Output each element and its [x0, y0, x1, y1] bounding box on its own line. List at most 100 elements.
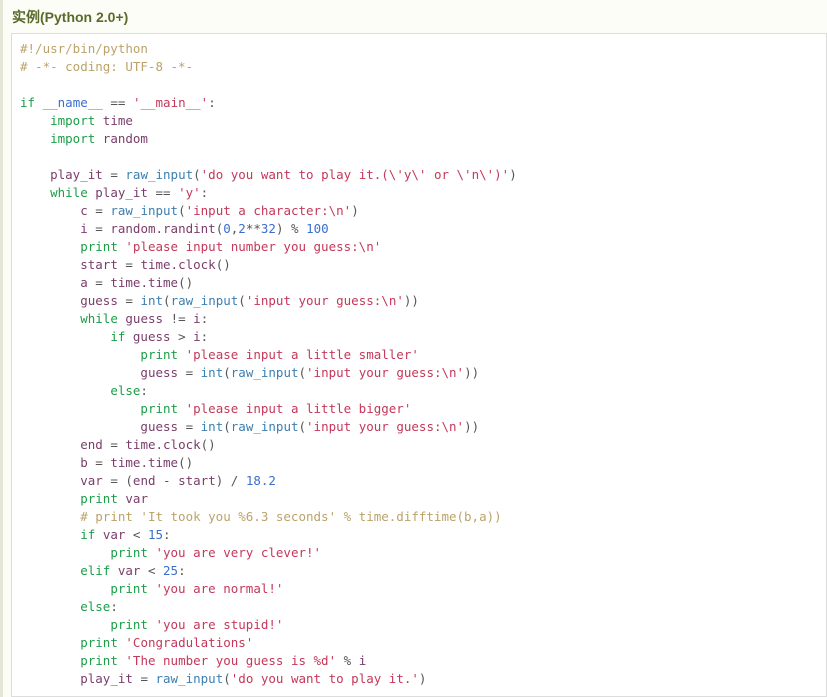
code-token-kw: import	[50, 113, 96, 128]
code-token-op: (	[223, 419, 231, 434]
code-token-fn: raw_input	[230, 365, 299, 380]
code-token-op: ()	[178, 455, 194, 470]
code-line: end = time.clock()	[20, 437, 216, 452]
code-token-fn: raw_input	[155, 671, 224, 686]
code-line: print 'please input a little smaller'	[20, 347, 418, 362]
code-token-var: b	[80, 455, 88, 470]
code-token-kw: else	[80, 599, 111, 614]
code-token-op: <	[147, 563, 156, 578]
code-token-fn: raw_input	[125, 167, 194, 182]
code-line: start = time.clock()	[20, 257, 231, 272]
code-token-kw: print	[80, 491, 118, 506]
code-token-num: 15	[147, 527, 164, 542]
code-line: var = (end - start) / 18.2	[20, 473, 276, 488]
code-token-op: :	[163, 527, 171, 542]
code-line: c = raw_input('input a character:\n')	[20, 203, 359, 218]
code-token-op: ()	[215, 257, 231, 272]
code-content[interactable]: #!/usr/bin/python # -*- coding: UTF-8 -*…	[20, 40, 818, 688]
code-line: play_it = raw_input('do you want to play…	[20, 167, 517, 182]
code-token-var: play_it	[80, 671, 133, 686]
code-token-op: )	[351, 203, 359, 218]
code-token-var: guess	[125, 311, 164, 326]
code-line: guess = int(raw_input('input your guess:…	[20, 419, 479, 434]
code-line: print 'you are stupid!'	[20, 617, 283, 632]
code-token-var: guess	[80, 293, 118, 308]
code-token-var: i	[193, 311, 201, 326]
code-line: elif var < 25:	[20, 563, 185, 578]
code-token-str: 'input a character:\n'	[185, 203, 352, 218]
code-token-var: guess	[132, 329, 171, 344]
code-token-op: -	[163, 473, 171, 488]
code-token-var: guess	[140, 419, 179, 434]
code-token-kw: print	[140, 347, 179, 362]
code-token-kw: print	[80, 239, 118, 254]
code-token-var: var	[117, 563, 141, 578]
code-token-num: 32	[260, 221, 276, 236]
code-token-op: ))	[403, 293, 419, 308]
code-token-op: =	[140, 671, 148, 686]
code-token-op: :	[208, 95, 216, 110]
code-token-var: i	[193, 329, 201, 344]
code-token-num: 2	[238, 221, 246, 236]
code-token-op: :	[140, 383, 148, 398]
code-token-fn: raw_input	[230, 419, 299, 434]
code-token-fn: raw_input	[110, 203, 179, 218]
code-token-kw: if	[110, 329, 126, 344]
example-panel: 实例(Python 2.0+) #!/usr/bin/python # -*- …	[0, 0, 827, 697]
code-token-op: (	[193, 167, 201, 182]
code-token-op: (	[298, 419, 307, 434]
code-token-op: (	[125, 473, 133, 488]
code-line: import random	[20, 131, 148, 146]
code-token-str: 'please input a little bigger'	[185, 401, 412, 416]
code-token-op: ==	[110, 95, 126, 110]
code-token-op: =	[95, 275, 103, 290]
code-token-com: # print 'It took you %6.3 seconds' % tim…	[80, 509, 502, 524]
code-token-fn: int	[200, 365, 224, 380]
code-token-op: ))	[464, 419, 480, 434]
code-token-op: (	[298, 365, 307, 380]
code-line: if guess > i:	[20, 329, 208, 344]
code-token-op: !=	[170, 311, 186, 326]
code-token-var: time.time	[110, 275, 179, 290]
code-token-var: start	[80, 257, 118, 272]
code-line: print 'you are normal!'	[20, 581, 283, 596]
code-token-var: time	[102, 113, 133, 128]
code-token-op: %	[291, 221, 299, 236]
code-token-fn: int	[140, 293, 164, 308]
code-line: if __name__ == '__main__':	[20, 95, 216, 110]
code-token-kw: else	[110, 383, 141, 398]
code-line: else:	[20, 383, 148, 398]
code-token-str: '__main__'	[132, 95, 209, 110]
code-block[interactable]: #!/usr/bin/python # -*- coding: UTF-8 -*…	[11, 33, 827, 697]
code-token-op: :	[200, 185, 209, 200]
code-token-op: =	[185, 419, 194, 434]
code-line: while play_it == 'y':	[20, 185, 208, 200]
